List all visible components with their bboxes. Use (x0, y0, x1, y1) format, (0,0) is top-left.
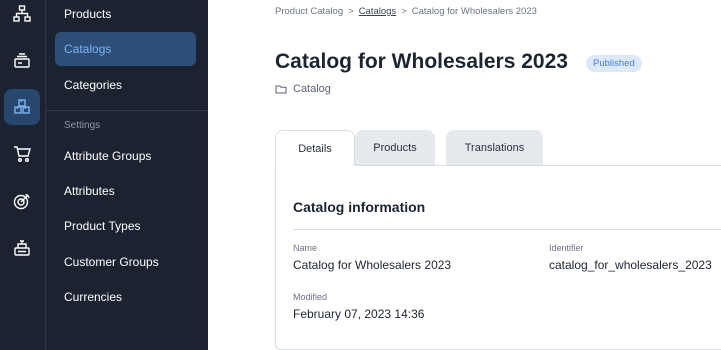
sidebar-item-attribute-groups[interactable]: Attribute Groups (55, 139, 196, 173)
sidebar-item-label: Catalogs (64, 42, 112, 56)
tab-bar: Products Translations Details (275, 130, 721, 166)
main-content: Product Catalog > Catalogs > Catalog for Who… (208, 0, 721, 350)
cart-icon[interactable] (4, 136, 40, 172)
sidebar: Products Catalogs Categories Settings At… (46, 0, 208, 350)
entity-type-label: Catalog (293, 83, 331, 95)
sidebar-item-label: Attributes (64, 184, 115, 198)
sidebar-item-label: Attribute Groups (64, 149, 152, 163)
sidebar-item-catalogs[interactable]: Catalogs (55, 32, 196, 66)
panel-divider (293, 229, 721, 230)
boxes-icon[interactable] (4, 89, 40, 125)
breadcrumb-separator: > (348, 6, 354, 17)
register-icon[interactable] (4, 230, 40, 266)
sidebar-item-label: Products (64, 7, 112, 21)
name-label: Name (293, 243, 318, 253)
sidebar-section-settings: Settings (64, 120, 101, 131)
sidebar-item-products[interactable]: Products (55, 0, 196, 31)
tab-label: Details (298, 142, 332, 155)
identifier-label: Identifier (549, 243, 584, 253)
tab-label: Translations (464, 141, 525, 154)
target-icon[interactable] (4, 183, 40, 219)
entity-type: Catalog (275, 83, 331, 95)
sitemap-icon[interactable] (4, 0, 40, 32)
sidebar-item-label: Customer Groups (64, 255, 159, 269)
name-value: Catalog for Wholesalers 2023 (293, 258, 452, 272)
page-title: Catalog for Wholesalers 2023 (275, 50, 568, 73)
tab-label: Products (373, 141, 417, 154)
status-badge: Published (586, 55, 642, 72)
breadcrumb: Product Catalog > Catalogs > Catalog for Who… (275, 6, 537, 17)
breadcrumb-item-catalogs[interactable]: Catalogs (359, 6, 397, 17)
modified-value: February 07, 2023 14:36 (293, 307, 425, 321)
breadcrumb-item-product-catalog[interactable]: Product Catalog (275, 6, 343, 17)
icon-rail (0, 0, 46, 350)
sidebar-item-customer-groups[interactable]: Customer Groups (55, 245, 196, 279)
sidebar-item-label: Categories (64, 78, 123, 92)
tab-details[interactable]: Details (275, 130, 355, 166)
catalog-info-panel: Catalog information Name Catalog for Who… (275, 165, 721, 350)
tab-products[interactable]: Products (355, 130, 435, 165)
breadcrumb-separator: > (401, 6, 407, 17)
sidebar-item-categories[interactable]: Categories (55, 68, 196, 102)
panel-title: Catalog information (293, 199, 426, 215)
sidebar-divider (46, 110, 208, 111)
sidebar-item-product-types[interactable]: Product Types (55, 209, 196, 243)
sidebar-item-label: Currencies (64, 290, 123, 304)
modified-label: Modified (293, 292, 328, 302)
identifier-value: catalog_for_wholesalers_2023 (549, 258, 712, 272)
breadcrumb-item-current: Catalog for Wholesalers 2023 (411, 6, 537, 17)
sidebar-item-label: Product Types (64, 219, 141, 233)
tab-translations[interactable]: Translations (446, 130, 543, 165)
stack-icon[interactable] (4, 42, 40, 78)
app-window: Products Catalogs Categories Settings At… (0, 0, 721, 350)
folder-icon (275, 85, 287, 94)
sidebar-item-currencies[interactable]: Currencies (55, 280, 196, 314)
sidebar-item-attributes[interactable]: Attributes (55, 174, 196, 208)
